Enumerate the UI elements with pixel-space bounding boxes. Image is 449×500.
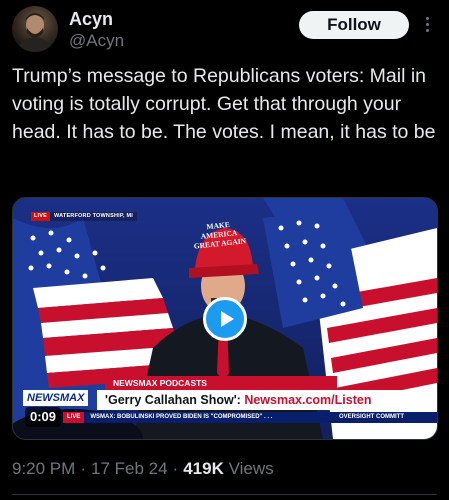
separator: · — [80, 459, 86, 478]
handle[interactable]: @Acyn — [69, 30, 124, 52]
display-name[interactable]: Acyn — [69, 8, 124, 30]
show-name: 'Gerry Callahan Show': — [105, 393, 241, 407]
live-location-tag: LIVE WATERFORD TOWNSHIP, MI — [31, 212, 137, 221]
segment-tag: NEWSMAX PODCASTS — [105, 376, 337, 390]
tweet-meta: 9:20 PM · 17 Feb 24 · 419K Views — [12, 458, 274, 480]
views-count: 419K — [183, 459, 224, 478]
ticker-text: WSMAX: BOBULINSKI PROVED BIDEN IS "COMPR… — [90, 414, 273, 420]
show-url: Newsmax.com/Listen — [244, 393, 372, 407]
network-logo: NEWSMAX — [23, 390, 89, 406]
avatar[interactable] — [12, 6, 58, 52]
tweet-time[interactable]: 9:20 PM — [12, 459, 75, 478]
video-duration: 0:09 — [25, 407, 62, 427]
play-icon[interactable] — [203, 297, 247, 341]
news-ticker: LIVE WSMAX: BOBULINSKI PROVED BIDEN IS "C… — [63, 412, 437, 423]
follow-button[interactable]: Follow — [299, 11, 409, 39]
tweet-date[interactable]: 17 Feb 24 — [91, 459, 168, 478]
lower-third-banner: 'Gerry Callahan Show': Newsmax.com/Liste… — [97, 390, 425, 410]
location-label: WATERFORD TOWNSHIP, MI — [50, 212, 137, 221]
ticker-live: LIVE — [63, 412, 85, 423]
tweet-header: Acyn @Acyn Follow — [12, 6, 437, 54]
divider — [12, 494, 437, 495]
separator: · — [172, 459, 179, 478]
tweet-text: Trump’s message to Republicans voters: M… — [12, 65, 436, 143]
author-names: Acyn @Acyn — [69, 8, 124, 52]
live-label: LIVE — [31, 212, 51, 221]
more-vertical-icon[interactable] — [417, 14, 437, 38]
video-player[interactable]: LIVE WATERFORD TOWNSHIP, MI MAKE AMERICA… — [12, 197, 438, 440]
ticker-right: OVERSIGHT COMMITT — [339, 414, 404, 420]
views-label: Views — [228, 459, 274, 478]
avatar-image — [16, 13, 54, 52]
